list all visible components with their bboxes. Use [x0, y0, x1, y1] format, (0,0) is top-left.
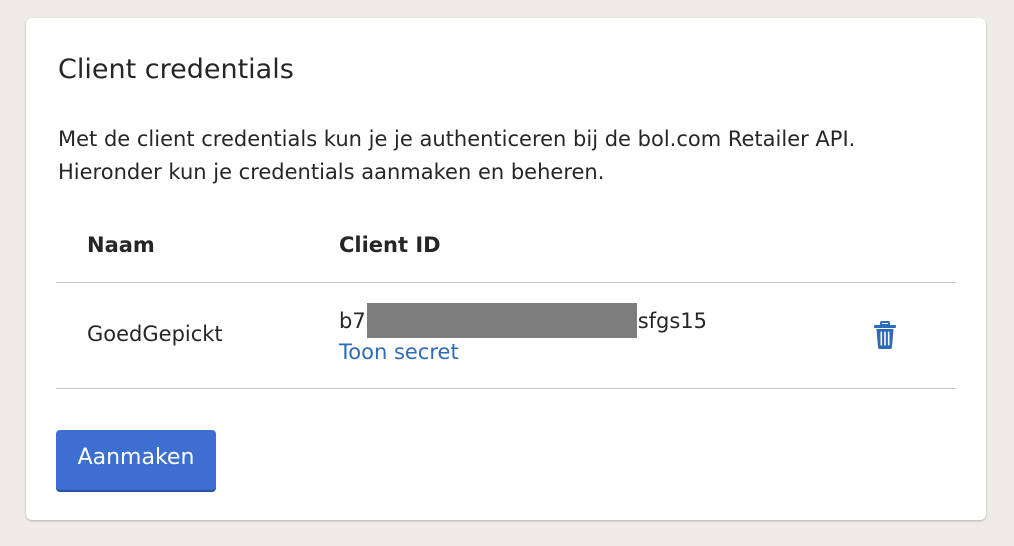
client-id-suffix: sfgs15 — [637, 308, 708, 333]
credentials-table: Naam Client ID GoedGepickt b7 sfgs15 Too… — [56, 223, 956, 389]
credential-name: GoedGepickt — [87, 322, 223, 346]
card-title: Client credentials — [58, 54, 294, 85]
client-id-cell: b7 sfgs15 Toon secret — [339, 303, 707, 366]
client-credentials-card: Client credentials Met de client credent… — [26, 18, 986, 520]
create-button[interactable]: Aanmaken — [56, 430, 216, 490]
client-id-value: b7 sfgs15 — [339, 303, 707, 338]
client-id-redaction — [366, 303, 637, 338]
table-row: GoedGepickt b7 sfgs15 Toon secret — [56, 283, 956, 389]
card-description-line-2: Hieronder kun je credentials aanmaken en… — [58, 160, 605, 184]
client-id-prefix: b7 — [339, 308, 366, 333]
column-header-name: Naam — [87, 233, 155, 257]
show-secret-link[interactable]: Toon secret — [339, 338, 707, 366]
card-description: Met de client credentials kun je je auth… — [58, 123, 938, 189]
trash-icon[interactable] — [873, 321, 897, 349]
column-header-client-id: Client ID — [339, 233, 441, 257]
card-description-line-1: Met de client credentials kun je je auth… — [58, 127, 856, 151]
table-header: Naam Client ID — [56, 223, 956, 283]
